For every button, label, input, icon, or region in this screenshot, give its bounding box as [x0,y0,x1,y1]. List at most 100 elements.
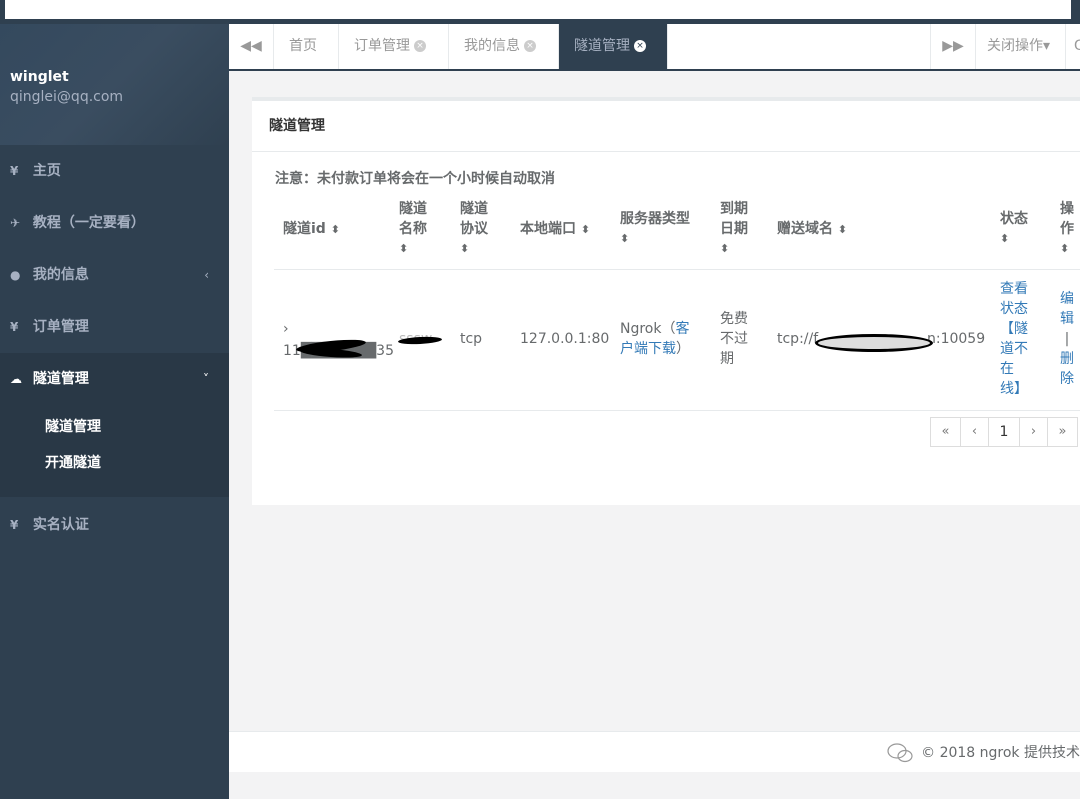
wechat-watermark-icon [887,743,913,763]
th-tunnel-id[interactable]: 隧道id ⬍ [283,219,340,240]
chevron-left-icon: ‹ [204,268,209,282]
sidebar-subnav: 隧道管理 开通隧道 [0,405,229,497]
sort-icon: ⬍ [580,223,591,236]
status-text: 线】 [1000,381,1028,397]
notice-text: 注意：未付款订单将会在一个小时候自动取消 [275,171,555,187]
expire-text: 期 [720,351,734,367]
user-profile: winglet qinglei@qq.com [0,24,229,145]
pagination-next[interactable]: › [1019,417,1048,447]
tabs-next-icon[interactable]: ▶▶ [930,24,975,69]
sort-icon: ⬍ [837,223,848,236]
tab-label: 首页 [289,38,317,54]
th-status[interactable]: 状态 ⬍ [1000,209,1028,249]
row-divider [274,410,1080,411]
status-text: 在 [1000,361,1014,377]
sidebar-subitem-open-tunnel[interactable]: 开通隧道 [0,445,229,481]
client-download-link[interactable]: 户端下载 [620,341,676,357]
sidebar-item-home[interactable]: ¥ 主页 [0,145,229,197]
sidebar: winglet qinglei@qq.com ¥ 主页 ✈ 教程（一定要看） ●… [0,24,229,799]
sidebar-item-verification[interactable]: ¥ 实名认证 [0,499,229,551]
status-text: 查看 [1000,281,1028,297]
delete-link[interactable]: 删 [1060,349,1074,369]
close-operations-dropdown[interactable]: 关闭操作▾ [975,24,1065,69]
cell-protocol: tcp [460,331,483,347]
client-download-link[interactable]: 客 [675,321,689,337]
header-label: 到期 [720,201,748,217]
sidebar-item-label: 主页 [32,163,61,179]
tab-label: 订单管理 [354,38,410,54]
header-label: 本地端口 [520,221,576,237]
sidebar-item-orders[interactable]: ¥ 订单管理 [0,301,229,353]
header-label: 赠送域名 [777,221,833,237]
refresh-icon[interactable]: G [1065,24,1080,69]
close-icon[interactable]: × [634,40,646,52]
username: winglet [10,69,69,85]
header-label: 隧道id [283,221,326,237]
th-server-type[interactable]: 服务器类型 ⬍ [620,209,690,249]
header-label: 隧道 [399,201,427,217]
sidebar-item-my-info[interactable]: ● 我的信息 ‹ [0,249,229,301]
sort-icon: ⬍ [399,242,409,255]
header-label: 服务器类型 [620,211,690,227]
header-label: 隧道 [460,201,488,217]
tab-home[interactable]: 首页 [274,24,339,69]
sort-icon: ⬍ [330,223,340,236]
close-icon[interactable]: × [414,40,426,52]
tab-label: 隧道管理 [574,38,630,54]
server-type-text: ） [676,341,690,357]
close-icon[interactable]: × [524,40,536,52]
yen-icon: ¥ [10,320,19,334]
pagination-first[interactable]: « [930,417,961,447]
user-icon: ● [10,268,21,282]
sort-icon: ⬍ [1060,242,1070,255]
sort-icon: ⬍ [620,232,630,245]
home-icon: ✈ [10,216,21,230]
pagination-prev[interactable]: ‹ [960,417,989,447]
header-label: 协议 [460,221,488,237]
pagination-last[interactable]: » [1047,417,1078,447]
delete-link[interactable]: 除 [1060,369,1074,389]
tab-my-info[interactable]: 我的信息 × [449,24,559,69]
op-separator: | [1064,331,1070,347]
server-type-text: Ngrok（ [620,321,676,337]
chevron-down-icon: ˅ [203,372,209,386]
th-operation[interactable]: 操 作 ⬍ [1060,199,1074,259]
cell-local-port: 127.0.0.1:80 [520,331,610,347]
cloud-icon: ☁ [10,372,22,386]
sidebar-item-label: 我的信息 [32,267,89,283]
sidebar-subitem-tunnel-manage[interactable]: 隧道管理 [0,409,229,445]
sidebar-item-tunnels[interactable]: ☁ 隧道管理 ˅ [0,353,229,405]
expire-text: 不过 [720,331,748,347]
header-label: 日期 [720,221,748,237]
yen-icon: ¥ [10,518,19,532]
domain-text: tcp://f [777,331,819,347]
th-protocol[interactable]: 隧道 协议 ⬍ [460,199,488,259]
redaction-mark [815,334,933,352]
header-label: 名称 [399,221,427,237]
tab-tunnels[interactable]: 隧道管理 × [559,24,668,69]
header-divider [274,269,1080,270]
header-label: 操 [1060,201,1074,217]
sidebar-item-tutorial[interactable]: ✈ 教程（一定要看） [0,197,229,249]
cell-operations: 编 辑 | 删 除 [1060,289,1074,389]
sidebar-item-label: 隧道管理 [32,371,89,387]
edit-link[interactable]: 辑 [1060,309,1074,329]
tabs-prev-icon[interactable]: ◀◀ [229,24,274,69]
tab-label: 我的信息 [464,38,520,54]
th-domain[interactable]: 赠送域名 ⬍ [777,219,847,240]
header-label: 状态 [1000,211,1028,227]
th-local-port[interactable]: 本地端口 ⬍ [520,219,590,240]
pagination-page-1[interactable]: 1 [988,417,1020,447]
tab-orders[interactable]: 订单管理 × [339,24,449,69]
th-expire-date[interactable]: 到期 日期 ⬍ [720,199,748,259]
panel-title: 隧道管理 [252,101,1080,152]
user-email: qinglei@qq.com [10,89,124,105]
cell-status-link[interactable]: 查看 状态 【隧 道不 在 线】 [1000,279,1028,399]
edit-link[interactable]: 编 [1060,289,1074,309]
cell-server-type: Ngrok（客 户端下载） [620,319,700,359]
row-expand-icon[interactable]: › [283,319,289,339]
th-tunnel-name[interactable]: 隧道 名称 ⬍ [399,199,427,259]
cell-expire-date: 免费 不过 期 [720,309,748,369]
domain-text: n:10059 [927,331,986,347]
sidebar-item-label: 教程（一定要看） [32,215,145,231]
